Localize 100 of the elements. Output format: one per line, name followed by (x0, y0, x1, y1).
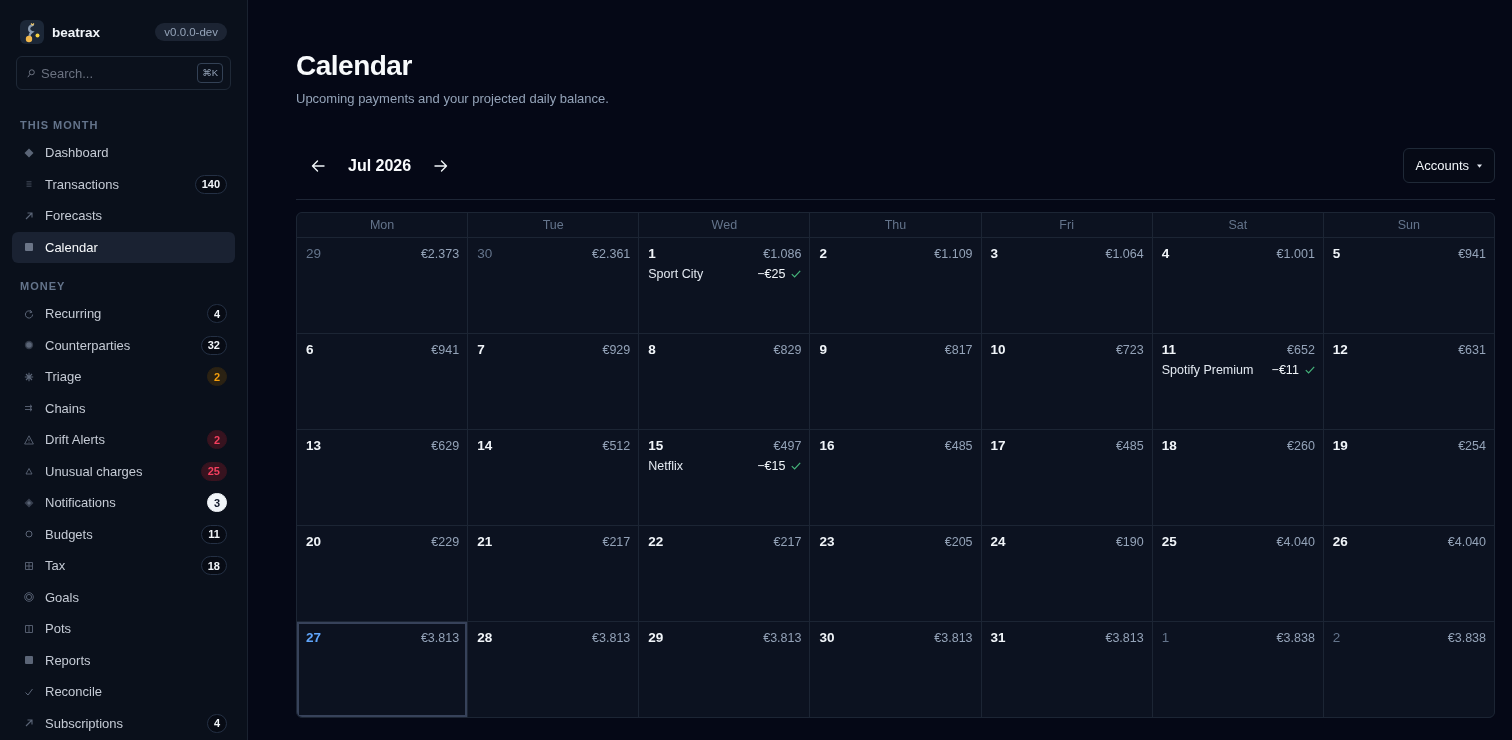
nav-item[interactable]: Subscriptions 4 (12, 707, 235, 739)
nav-item[interactable]: Drift Alerts 2 (12, 424, 235, 456)
check-icon (24, 686, 34, 697)
day-number: 8 (648, 342, 656, 358)
projected-balance: €217 (602, 534, 631, 550)
projected-balance: €3.838 (1276, 630, 1315, 646)
day-number: 14 (477, 438, 493, 454)
nav-item[interactable]: Notifications 3 (12, 487, 235, 519)
nav-item[interactable]: Triage 2 (12, 361, 235, 393)
day-number: 2 (819, 246, 827, 262)
count-badge: 2 (206, 367, 227, 387)
triangle-icon (24, 466, 34, 477)
projected-balance: €229 (431, 534, 460, 550)
arrow-left-icon (311, 158, 325, 173)
nav-item[interactable]: Counterparties 32 (12, 329, 235, 361)
count-badge: 4 (206, 304, 227, 324)
day-number: 30 (477, 246, 493, 262)
day-number: 30 (819, 630, 835, 646)
day-number: 9 (819, 342, 827, 358)
section-heading: THIS MONTH (19, 118, 100, 132)
nav-item[interactable]: Dashboard (12, 137, 235, 169)
payment-name: Netflix (648, 458, 683, 474)
projected-balance: €941 (1458, 246, 1486, 262)
projected-balance: €1.064 (1105, 246, 1144, 262)
day-number: 3 (990, 246, 999, 262)
section-heading: MONEY (19, 279, 67, 293)
day-number: 5 (1332, 246, 1341, 262)
projected-balance: €205 (944, 534, 973, 550)
projected-balance: €260 (1287, 438, 1315, 454)
projected-balance: €217 (773, 534, 802, 550)
day-number: 2 (1332, 630, 1341, 646)
square-icon (24, 655, 34, 666)
nav-item[interactable]: Reports (12, 644, 235, 676)
day-number: 13 (306, 438, 322, 454)
payment-amount: −€25 (757, 266, 786, 282)
day-number: 1 (1161, 630, 1170, 646)
day-number: 31 (990, 630, 1006, 646)
square-icon (24, 242, 34, 253)
version-badge: v0.0.0-dev (155, 23, 227, 41)
day-number: 1 (648, 246, 656, 262)
payment-amount: −€11 (1271, 362, 1299, 378)
projected-balance: €3.813 (1105, 630, 1144, 646)
list-icon (24, 179, 34, 190)
diamond-icon (24, 147, 34, 158)
projected-balance: €3.813 (763, 630, 802, 646)
nav-item[interactable]: Chains (12, 392, 235, 424)
nav-item[interactable]: Forecasts (12, 200, 235, 232)
projected-balance: €3.813 (934, 630, 973, 646)
nav-item[interactable]: Calendar (12, 231, 235, 263)
projected-balance: €1.086 (763, 246, 802, 262)
day-number: 19 (1332, 438, 1348, 454)
count-badge: 4 (206, 713, 227, 733)
nav-item[interactable]: Transactions 140 (12, 168, 235, 200)
columns-icon (24, 623, 34, 634)
projected-balance: €817 (944, 342, 973, 358)
day-number: 6 (306, 342, 314, 358)
projected-balance: €652 (1287, 342, 1315, 358)
day-number: 27 (306, 630, 322, 646)
day-number: 24 (990, 534, 1006, 550)
payment-name: Sport City (648, 266, 704, 282)
weekday-header: Fri (981, 213, 1152, 237)
page-title: Calendar (296, 49, 413, 83)
weekday-header: Mon (297, 213, 468, 237)
weekday-header: Sat (1152, 213, 1323, 237)
day-number: 28 (477, 630, 493, 646)
page-subtitle: Upcoming payments and your projected daily balance. (296, 90, 610, 108)
projected-balance: €254 (1458, 438, 1486, 454)
projected-balance: €485 (944, 438, 973, 454)
count-badge: 32 (200, 335, 227, 355)
nav-item[interactable]: Tax 18 (12, 550, 235, 582)
ring-icon (24, 592, 34, 603)
projected-balance: €1.001 (1276, 246, 1315, 262)
accounts-dropdown[interactable]: Accounts (1402, 148, 1495, 183)
count-badge: 140 (194, 174, 227, 194)
projected-balance: €4.040 (1276, 534, 1315, 550)
nav-item[interactable]: Budgets 11 (12, 518, 235, 550)
nav-item[interactable]: Reconcile (12, 676, 235, 708)
arrow-up-right-icon (24, 210, 34, 221)
double-arrow-icon (24, 403, 34, 414)
projected-balance: €941 (431, 342, 460, 358)
nav-item[interactable]: Pots (12, 613, 235, 645)
arrow-right-icon (434, 158, 449, 173)
projected-balance: €3.813 (420, 630, 460, 646)
nav-item[interactable]: Goals (12, 581, 235, 613)
month-label: Jul 2026 (348, 156, 412, 175)
shortcut-key: ⌘K (197, 63, 223, 83)
circle-icon (24, 529, 34, 540)
payment-amount: −€15 (757, 458, 786, 474)
projected-balance: €512 (602, 438, 631, 454)
nav-item[interactable]: Recurring 4 (12, 298, 235, 330)
asterisk-icon (24, 371, 34, 382)
day-number: 29 (306, 246, 322, 262)
count-badge: 3 (206, 493, 227, 513)
projected-balance: €723 (1115, 342, 1144, 358)
day-number: 16 (819, 438, 835, 454)
day-number: 18 (1161, 438, 1177, 454)
projected-balance: €2.361 (592, 246, 631, 262)
nav-item[interactable]: Unusual charges 25 (12, 455, 235, 487)
day-number: 29 (648, 630, 664, 646)
logo-icon (20, 20, 44, 44)
